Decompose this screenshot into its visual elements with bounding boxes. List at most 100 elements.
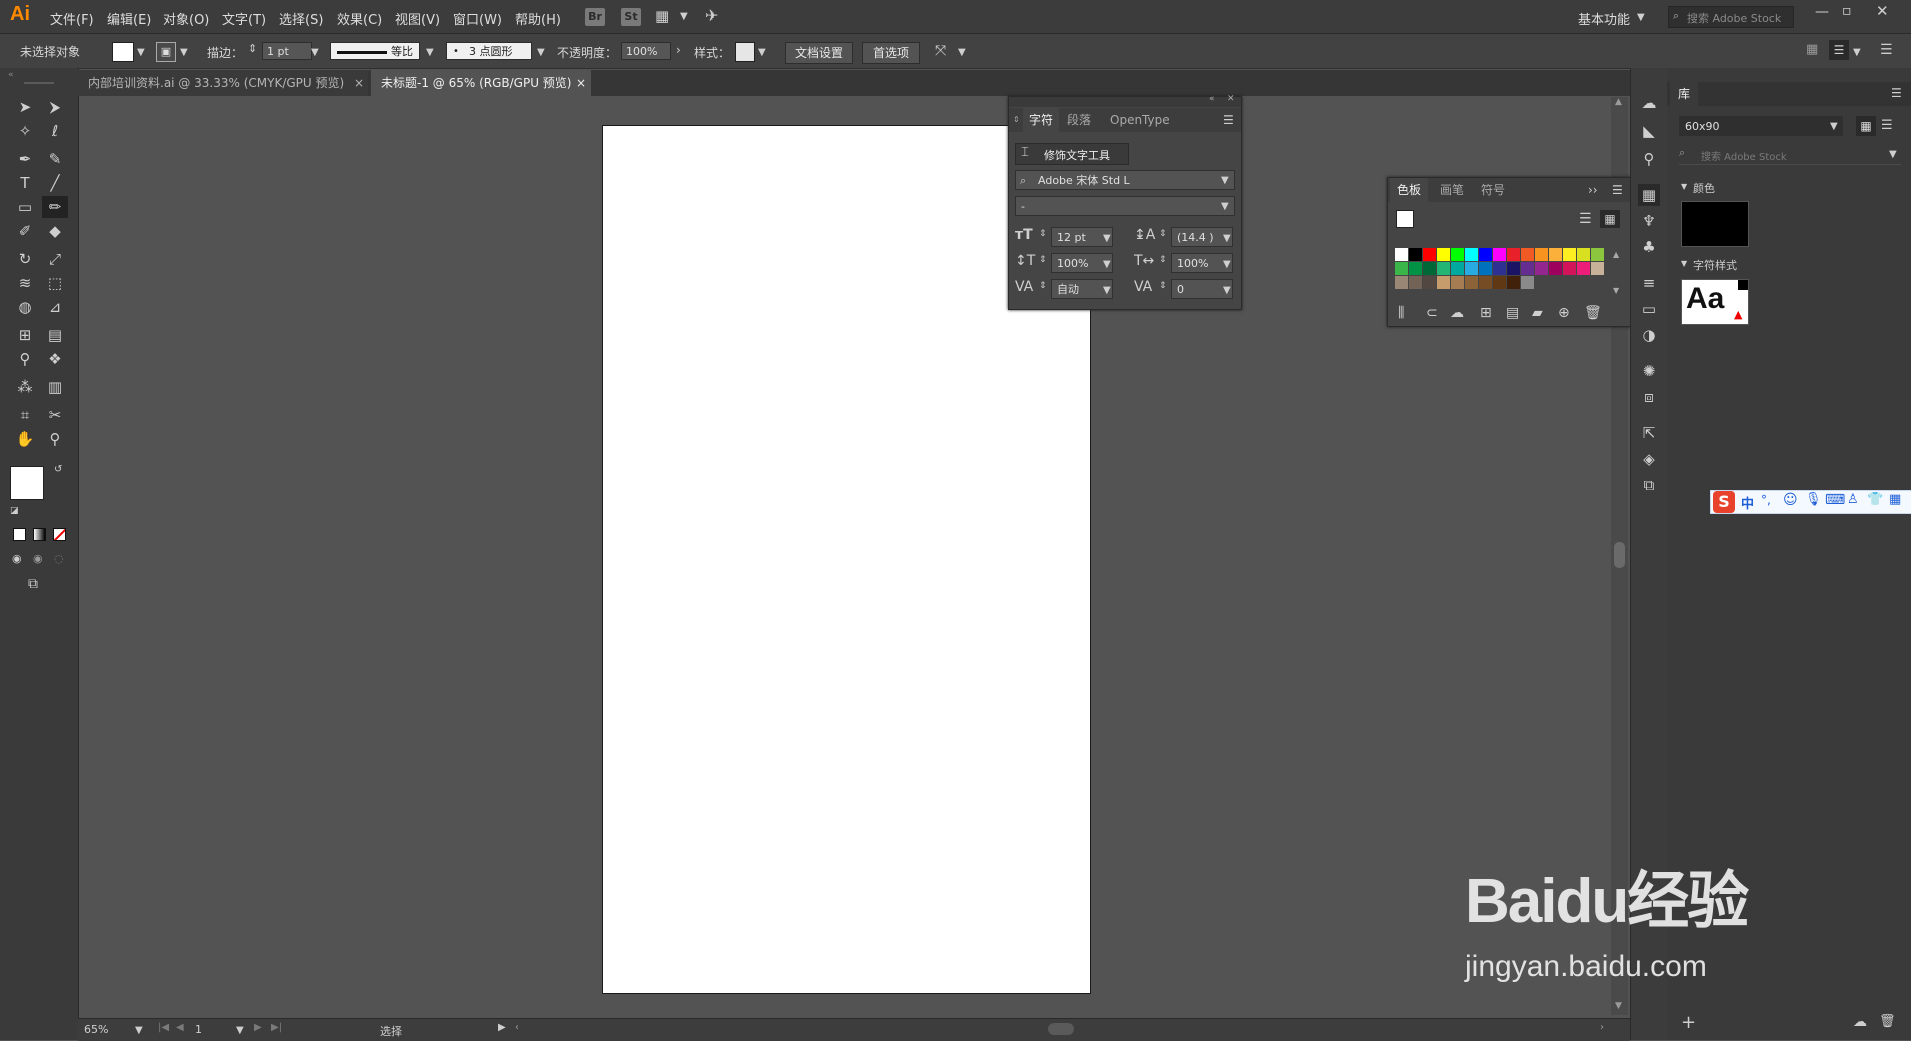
status-menu-icon[interactable]: ▶	[498, 1022, 506, 1033]
ime-mode-toggle[interactable]: 中	[1741, 493, 1754, 512]
add-to-library-icon[interactable]: ⊂	[1426, 305, 1438, 321]
scroll-right-icon[interactable]: ›	[1600, 1022, 1604, 1033]
magic-wand-icon[interactable]: ✧	[12, 120, 38, 142]
skin-icon[interactable]: 👕	[1867, 492, 1883, 507]
color-swatch[interactable]	[1451, 262, 1464, 275]
scroll-up-icon[interactable]: ▲	[1613, 250, 1619, 259]
shape-builder-icon[interactable]: ◍	[12, 296, 38, 318]
library-search-box[interactable]: ⌕ 搜索 Adobe Stock ▼	[1679, 144, 1901, 165]
panel-toggle-icon[interactable]: ☰	[1829, 40, 1849, 60]
brushes-icon[interactable]: ♆	[1638, 210, 1660, 232]
color-swatch[interactable]	[1395, 276, 1408, 289]
align-icon[interactable]: ⤧	[935, 43, 946, 59]
new-swatch-icon[interactable]: ⊕	[1558, 305, 1570, 321]
chevron-down-icon[interactable]: ▼	[1223, 233, 1231, 244]
rotate-tool-icon[interactable]: ↻	[12, 248, 38, 270]
gpu-performance-icon[interactable]: ✈	[705, 6, 718, 25]
graphic-styles-icon[interactable]: ⧈	[1638, 386, 1660, 408]
cloud-sync-icon[interactable]: ☁	[1853, 1014, 1867, 1030]
chevron-down-icon[interactable]: ▼	[180, 47, 188, 58]
stroke-swatch-icon[interactable]: ▣	[156, 42, 176, 62]
fill-swatch[interactable]	[112, 42, 134, 62]
expand-icon[interactable]: ››	[1588, 178, 1598, 202]
user-icon[interactable]: ♙	[1847, 492, 1859, 507]
color-swatch[interactable]	[1437, 248, 1450, 261]
color-swatch[interactable]	[1493, 248, 1506, 261]
direct-selection-tool-icon[interactable]: ⮞	[42, 96, 68, 118]
color-swatch[interactable]	[1507, 276, 1520, 289]
chevron-down-icon[interactable]: ▼	[1103, 285, 1111, 296]
swatch-libraries-icon[interactable]: ⫼	[1398, 305, 1404, 321]
close-icon[interactable]: ✕	[1876, 2, 1889, 20]
library-color-swatch[interactable]	[1681, 201, 1749, 247]
menu-effect[interactable]: 效果(C)	[337, 9, 382, 28]
page-number[interactable]: 1	[195, 1023, 202, 1036]
column-graph-icon[interactable]: ▥	[42, 376, 68, 398]
screen-mode-icon[interactable]: ⧉	[28, 576, 38, 592]
color-swatch[interactable]	[1591, 262, 1604, 275]
chevron-down-icon[interactable]: ▼	[1103, 233, 1111, 244]
default-colors-icon[interactable]: ◪	[10, 506, 19, 516]
color-swatch[interactable]	[1437, 262, 1450, 275]
tab-internal-training[interactable]: 内部培训资料.ai @ 33.33% (CMYK/GPU 预览) ×	[78, 70, 368, 96]
none-mode-icon[interactable]	[53, 528, 66, 541]
stroke-weight-input[interactable]: 1 pt	[262, 42, 312, 60]
scroll-down-icon[interactable]: ▼	[1613, 286, 1619, 295]
close-icon[interactable]: ×	[354, 70, 364, 96]
mesh-tool-icon[interactable]: ⊞	[12, 324, 38, 346]
chevron-down-icon[interactable]: ▼	[1103, 259, 1111, 270]
scroll-up-icon[interactable]: ▲	[1615, 97, 1622, 107]
character-style-thumbnail[interactable]: Aa ▲	[1681, 279, 1749, 325]
emoji-icon[interactable]: ☺	[1783, 492, 1798, 508]
free-transform-icon[interactable]: ⬚	[42, 272, 68, 294]
scroll-left-icon[interactable]: ‹	[515, 1022, 519, 1033]
blend-tool-icon[interactable]: ❖	[42, 348, 68, 370]
color-swatch[interactable]	[1549, 248, 1562, 261]
color-swatch[interactable]	[1423, 262, 1436, 275]
shaper-tool-icon[interactable]: ✐	[12, 220, 38, 242]
stepper-icon[interactable]: ⇕	[1159, 229, 1167, 239]
color-mode-icon[interactable]	[13, 528, 26, 541]
chevron-down-icon[interactable]: ▼	[1889, 149, 1897, 160]
grip-bar[interactable]	[24, 82, 54, 84]
chevron-down-icon[interactable]: ▼	[958, 47, 966, 58]
swatches-icon[interactable]: ▦	[1638, 184, 1660, 206]
color-swatch[interactable]	[1479, 262, 1492, 275]
rectangle-tool-icon[interactable]: ▭	[12, 196, 38, 218]
paintbrush-tool-icon[interactable]: ✏	[42, 196, 68, 218]
chevron-down-icon[interactable]: ▼	[1853, 47, 1861, 58]
color-group-icon[interactable]: ▤	[1506, 305, 1519, 321]
color-swatch[interactable]	[1479, 248, 1492, 261]
export-icon[interactable]: ⇱	[1638, 422, 1660, 444]
minimize-icon[interactable]: —	[1815, 4, 1829, 20]
cloud-icon[interactable]: ☁	[1450, 305, 1464, 321]
gradient-icon[interactable]: ▭	[1638, 298, 1660, 320]
close-icon[interactable]: ×	[576, 70, 586, 96]
scale-tool-icon[interactable]: ⤢	[42, 248, 68, 270]
color-swatch[interactable]	[1563, 248, 1576, 261]
bridge-button[interactable]: Br	[585, 8, 605, 26]
color-swatch[interactable]	[1395, 248, 1408, 261]
color-swatch[interactable]	[1521, 276, 1534, 289]
last-page-icon[interactable]: ▶|	[271, 1022, 282, 1033]
grid-view-icon[interactable]: ▦	[1600, 210, 1620, 228]
next-page-icon[interactable]: ▶	[254, 1022, 262, 1033]
stepper-icon[interactable]: ⇕	[1159, 281, 1167, 291]
touch-type-button[interactable]: ⌶ 修饰文字工具	[1015, 143, 1129, 165]
type-tool-icon[interactable]: T	[12, 172, 38, 194]
chevron-down-icon[interactable]: ▼	[1637, 12, 1645, 23]
chevron-down-icon[interactable]: ▼	[311, 47, 319, 58]
font-family-field[interactable]: ⌕ Adobe 宋体 Std L ▼	[1015, 170, 1235, 190]
add-icon[interactable]: +	[1681, 1012, 1696, 1033]
color-swatch[interactable]	[1493, 276, 1506, 289]
sogou-logo-icon[interactable]: S	[1713, 491, 1735, 513]
chevron-down-icon[interactable]: ▼	[135, 1025, 143, 1036]
color-swatch[interactable]	[1507, 262, 1520, 275]
menu-edit[interactable]: 编辑(E)	[107, 9, 151, 28]
zoom-tool-icon[interactable]: ⚲	[42, 428, 68, 450]
prev-page-icon[interactable]: ◀	[176, 1022, 184, 1033]
fill-swatch[interactable]	[1396, 210, 1414, 228]
menu-object[interactable]: 对象(O)	[163, 9, 209, 28]
tab-symbols[interactable]: 符号	[1481, 178, 1505, 202]
grid-view-icon[interactable]: ▦	[1856, 116, 1876, 136]
